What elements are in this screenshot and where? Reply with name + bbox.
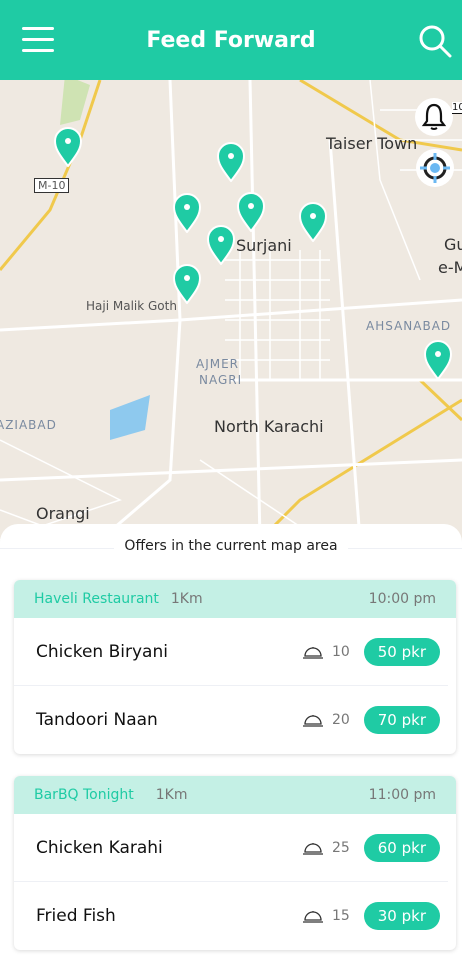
map-pin[interactable] (172, 264, 202, 305)
food-cloche-icon (302, 842, 323, 855)
map-label-ahsanabad: AHSANABAD (366, 319, 452, 333)
app-header: Feed Forward (0, 0, 462, 80)
portion-count: 10 (331, 643, 350, 660)
offer-row[interactable]: Tandoori Naan 20 70 pkr (14, 686, 448, 754)
app-title: Feed Forward (146, 28, 316, 53)
map-label-em: e-M (438, 258, 462, 277)
offers-title: Offers in the current map area (0, 538, 462, 554)
map-label-haji-malik-goth: Haji Malik Goth (86, 299, 177, 313)
notification-button[interactable] (415, 98, 453, 136)
search-icon[interactable] (418, 24, 452, 58)
restaurant-distance: 1Km (170, 591, 203, 607)
bell-icon (421, 103, 447, 130)
food-cloche-icon (302, 715, 323, 727)
restaurant-header[interactable]: BarBQ Tonight 1Km 11:00 pm (14, 776, 456, 814)
price-button[interactable]: 50 pkr (363, 637, 440, 666)
offers-sheet: Offers in the current map area Haveli Re… (0, 524, 462, 975)
map-pin[interactable] (236, 192, 266, 233)
map-pin[interactable] (206, 225, 236, 266)
price-button[interactable]: 70 pkr (363, 706, 440, 734)
restaurant-card[interactable]: BarBQ Tonight 1Km 11:00 pm Chicken Karah… (14, 776, 456, 950)
map-label-orangi: Orangi (36, 504, 90, 523)
map-pin[interactable] (216, 142, 246, 183)
portion-count: 25 (331, 839, 350, 856)
map-label-aziabad: AZIABAD (0, 418, 57, 432)
price-button[interactable]: 30 pkr (363, 902, 440, 930)
restaurant-header[interactable]: Haveli Restaurant 1Km 10:00 pm (14, 580, 456, 618)
dish-name: Chicken Biryani (36, 641, 168, 662)
map-pin[interactable] (53, 127, 83, 168)
offer-row[interactable]: Fried Fish 15 30 pkr (14, 882, 448, 950)
dish-name: Fried Fish (36, 906, 116, 926)
map-label-m10: M-10 (34, 178, 70, 193)
pickup-time: 11:00 pm (368, 787, 436, 803)
offer-row[interactable]: Chicken Biryani 10 50 pkr (14, 618, 448, 686)
dish-name: Tandoori Naan (36, 710, 158, 730)
portion-count: 20 (331, 712, 350, 728)
restaurant-distance: 1Km (155, 787, 188, 803)
locate-me-button[interactable] (416, 149, 454, 187)
map-label-nagri: NAGRI (199, 373, 243, 387)
crosshair-icon (420, 153, 450, 183)
map-pin[interactable] (298, 202, 328, 243)
map-pin[interactable] (423, 340, 453, 381)
portion-count: 15 (331, 908, 350, 924)
map-label-north-karachi: North Karachi (214, 417, 324, 436)
dish-name: Chicken Karahi (36, 837, 163, 858)
map-view[interactable]: M-10 Taiser Town Surjani Gu e-M Haji Mal… (0, 80, 462, 540)
map-label-ajmer: AJMER (196, 357, 240, 371)
food-cloche-icon (302, 911, 323, 923)
food-cloche-icon (302, 646, 323, 659)
map-label-taiser-town: Taiser Town (326, 134, 418, 153)
restaurant-name: BarBQ Tonight (34, 787, 134, 803)
price-button[interactable]: 60 pkr (363, 833, 440, 862)
notification-badge: 10 (452, 102, 462, 114)
map-label-gu: Gu (444, 235, 462, 254)
pickup-time: 10:00 pm (368, 591, 436, 607)
offer-row[interactable]: Chicken Karahi 25 60 pkr (14, 814, 448, 882)
map-label-surjani: Surjani (236, 236, 292, 255)
map-pin[interactable] (172, 193, 202, 234)
restaurant-name: Haveli Restaurant (34, 591, 159, 607)
restaurant-card[interactable]: Haveli Restaurant 1Km 10:00 pm Chicken B… (14, 580, 456, 754)
